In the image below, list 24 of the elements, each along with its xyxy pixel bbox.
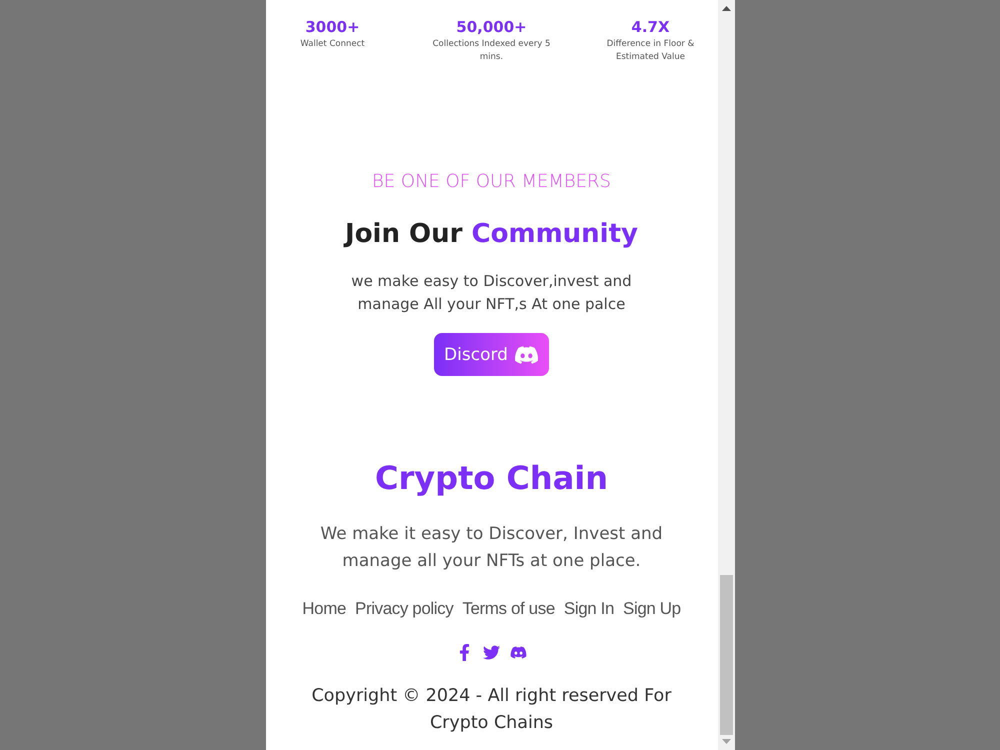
stat-value: 50,000+	[456, 18, 527, 36]
section-title: Join Our Community	[345, 218, 638, 251]
scrollbar-track[interactable]	[718, 0, 734, 750]
copyright-text: Copyright © 2024 - All right reserved For Crypto Chains	[310, 685, 672, 735]
section-description: we make easy to Discover,invest and manage All your NFT,s At one palce	[350, 271, 633, 315]
footer-link[interactable]: Privacy policy	[355, 597, 454, 621]
discord-icon[interactable]	[510, 644, 527, 661]
discord-button[interactable]: Discord	[434, 333, 549, 376]
footer-link[interactable]: Terms of use	[462, 597, 555, 621]
stat-value: 3000+	[305, 18, 360, 36]
brand-name: Crypto Chain	[374, 458, 608, 499]
twitter-icon[interactable]	[483, 644, 500, 661]
footer-link[interactable]: Sign In	[564, 597, 614, 621]
footer-tagline: We make it easy to Discover, Invest and manage all your NFTs at one place.	[319, 523, 664, 573]
stat-value: 4.7X	[631, 18, 670, 36]
discord-icon	[514, 344, 539, 364]
section-eyebrow: BE ONE OF OUR MEMBERS	[372, 170, 611, 194]
scrollbar-thumb[interactable]	[720, 575, 732, 735]
stat-label: Difference in Floor & Estimated Value	[606, 38, 696, 64]
stat-label: Wallet Connect	[300, 38, 365, 51]
scroll-up-arrow-icon[interactable]	[722, 6, 730, 11]
footer-link[interactable]: Sign Up	[623, 597, 681, 621]
stat-label: Collections Indexed every 5 mins.	[432, 38, 552, 64]
footer-link[interactable]: Home	[302, 597, 346, 621]
